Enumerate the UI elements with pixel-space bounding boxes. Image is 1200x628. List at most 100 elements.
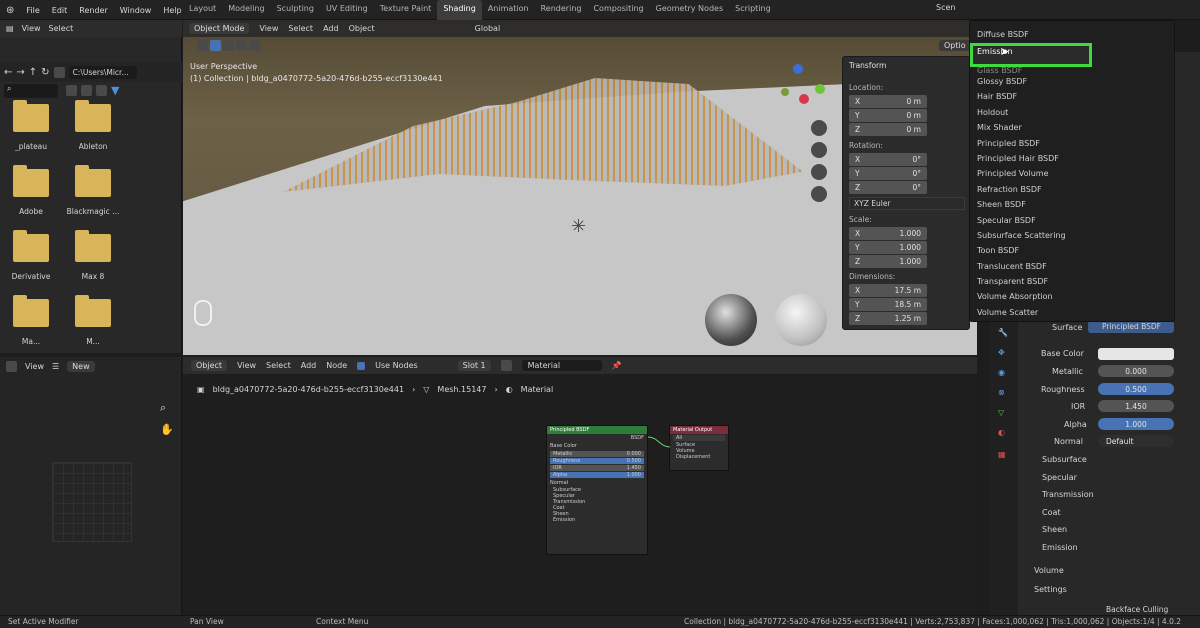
data-icon[interactable]: ▽ (998, 408, 1004, 417)
tab-modeling[interactable]: Modeling (222, 0, 270, 20)
vp-menu-object[interactable]: Object (349, 24, 375, 33)
menu-help[interactable]: Help (163, 6, 181, 15)
texture-icon[interactable]: ▦ (998, 450, 1006, 459)
object-mode-dropdown[interactable]: Object Mode (189, 23, 250, 34)
panel-settings[interactable]: Settings (1034, 585, 1067, 594)
menu-item-diffuse-bsdf[interactable]: Diffuse BSDF (977, 30, 1029, 44)
zoom-icon[interactable]: ⌕ (160, 401, 166, 415)
blender-logo-icon[interactable]: ⊛ (6, 5, 14, 16)
section-emission[interactable]: Emission (1042, 543, 1078, 552)
tab-layout[interactable]: Layout (183, 0, 222, 20)
gizmo-neg-y-axis[interactable] (781, 88, 789, 96)
particles-icon[interactable]: ✥ (998, 348, 1005, 357)
section-subsurface[interactable]: Subsurface (1042, 455, 1087, 464)
editor-type-icon[interactable] (6, 360, 17, 372)
menu-item-toon-bsdf[interactable]: Toon BSDF (977, 246, 1019, 260)
location-y-field[interactable]: Y 0 m (849, 109, 927, 122)
grid-view-icon[interactable] (811, 186, 827, 202)
principled-bsdf-node[interactable]: Principled BSDF BSDF Base Color Metallic… (546, 425, 648, 555)
breadcrumb-mesh[interactable]: Mesh.15147 (437, 385, 486, 394)
tab-compositing[interactable]: Compositing (587, 0, 649, 20)
folder-item[interactable]: Adobe (0, 165, 62, 216)
rotation-x-field[interactable]: X 0° (849, 153, 927, 166)
refresh-icon[interactable]: ↻ (41, 67, 49, 78)
roughness-row[interactable]: Roughness 0.500 (550, 458, 644, 464)
zoom-icon[interactable] (811, 120, 827, 136)
breadcrumb-material[interactable]: Material (521, 385, 554, 394)
pan-hand-icon[interactable]: ✋ (160, 423, 174, 436)
vp-menu-select[interactable]: Select (288, 24, 313, 33)
select-new-icon[interactable] (210, 40, 221, 51)
thumbnail-view-icon[interactable] (81, 85, 92, 96)
location-x-field[interactable]: X 0 m (849, 95, 927, 108)
options-button[interactable]: Optio (939, 40, 971, 51)
tab-texture-paint[interactable]: Texture Paint (374, 0, 438, 20)
dimensions-z-field[interactable]: Z 1.25 m (849, 312, 927, 325)
back-arrow-icon[interactable]: ← (4, 67, 12, 78)
menu-item-volume-scatter[interactable]: Volume Scatter (977, 308, 1038, 322)
sort-icon[interactable] (96, 85, 107, 96)
emission-row[interactable]: Emission (547, 517, 647, 523)
pin-icon[interactable]: 📌 (612, 361, 622, 370)
location-z-field[interactable]: Z 0 m (849, 123, 927, 136)
tab-rendering[interactable]: Rendering (535, 0, 588, 20)
node-editor[interactable]: ▣ bldg_a0470772-5a20-476d-b255-eccf3130e… (183, 375, 977, 615)
metallic-row[interactable]: Metallic 0.000 (550, 451, 644, 457)
tab-sculpting[interactable]: Sculpting (271, 0, 320, 20)
menu-item-principled-volume[interactable]: Principled Volume (977, 169, 1048, 183)
ior-field[interactable]: 1.450 (1098, 400, 1174, 412)
select-invert-icon[interactable] (249, 40, 260, 51)
tab-uv-editing[interactable]: UV Editing (320, 0, 374, 20)
normal-field[interactable]: Default (1098, 435, 1174, 447)
menu-item-glossy-bsdf[interactable]: Glossy BSDF (977, 77, 1027, 91)
tab-animation[interactable]: Animation (482, 0, 535, 20)
ne-menu-add[interactable]: Add (301, 361, 317, 370)
base-color-swatch[interactable] (1098, 348, 1174, 360)
pan-hand-icon[interactable] (811, 142, 827, 158)
menu-item-specular-bsdf[interactable]: Specular BSDF (977, 216, 1036, 230)
ie-menu-view[interactable]: View (25, 362, 44, 371)
fb-menu-view[interactable]: View (22, 24, 41, 33)
breadcrumb-object[interactable]: bldg_a0470772-5a20-476d-b255-eccf3130e44… (213, 385, 405, 394)
displacement-socket[interactable]: Displacement (670, 454, 728, 460)
menu-edit[interactable]: Edit (52, 6, 68, 15)
folder-item[interactable]: Max 8 (62, 230, 124, 281)
scale-x-field[interactable]: X 1.000 (849, 227, 927, 240)
vp-menu-add[interactable]: Add (323, 24, 339, 33)
roughness-field[interactable]: 0.500 (1098, 383, 1174, 395)
bsdf-output-socket[interactable]: BSDF (547, 434, 647, 442)
use-nodes-checkbox[interactable] (357, 361, 366, 370)
section-sheen[interactable]: Sheen (1042, 525, 1067, 534)
ne-menu-view[interactable]: View (237, 361, 256, 370)
alpha-row[interactable]: Alpha 1.000 (550, 472, 644, 478)
object-type-dropdown[interactable]: Object (191, 360, 228, 371)
surface-shader-button[interactable]: Principled BSDF (1088, 321, 1174, 333)
menu-item-principled-hair-bsdf[interactable]: Principled Hair BSDF (977, 154, 1059, 168)
ne-menu-select[interactable]: Select (266, 361, 291, 370)
filter-icon[interactable]: ▼ (111, 84, 119, 97)
gizmo-x-axis[interactable] (799, 94, 809, 104)
menu-file[interactable]: File (26, 6, 39, 15)
material-browse-icon[interactable] (500, 360, 512, 371)
material-output-node[interactable]: Material Output All Surface Volume Displ… (669, 425, 729, 471)
select-subtract-icon[interactable] (236, 40, 247, 51)
material-tab-icon[interactable]: ◐ (998, 428, 1005, 437)
menu-item-mix-shader[interactable]: Mix Shader (977, 123, 1022, 137)
ne-menu-node[interactable]: Node (326, 361, 347, 370)
constraints-icon[interactable]: ⊗ (998, 388, 1005, 397)
scale-z-field[interactable]: Z 1.000 (849, 255, 927, 268)
rotation-mode-dropdown[interactable]: XYZ Euler (849, 197, 965, 210)
list-view-icon[interactable] (66, 85, 77, 96)
vp-menu-view[interactable]: View (259, 24, 278, 33)
folder-item[interactable]: _plateau (0, 100, 62, 151)
path-field[interactable]: C:\Users\Micr... (68, 65, 137, 79)
menu-item-holdout[interactable]: Holdout (977, 108, 1008, 122)
select-extend-icon[interactable] (223, 40, 234, 51)
section-specular[interactable]: Specular (1042, 473, 1077, 482)
menu-window[interactable]: Window (120, 6, 152, 15)
tab-shading[interactable]: Shading (437, 0, 482, 20)
fb-menu-select[interactable]: Select (49, 24, 74, 33)
parent-dir-icon[interactable]: ↑ (29, 67, 37, 78)
menu-lines-icon[interactable]: ☰ (52, 362, 59, 371)
camera-icon[interactable] (811, 164, 827, 180)
